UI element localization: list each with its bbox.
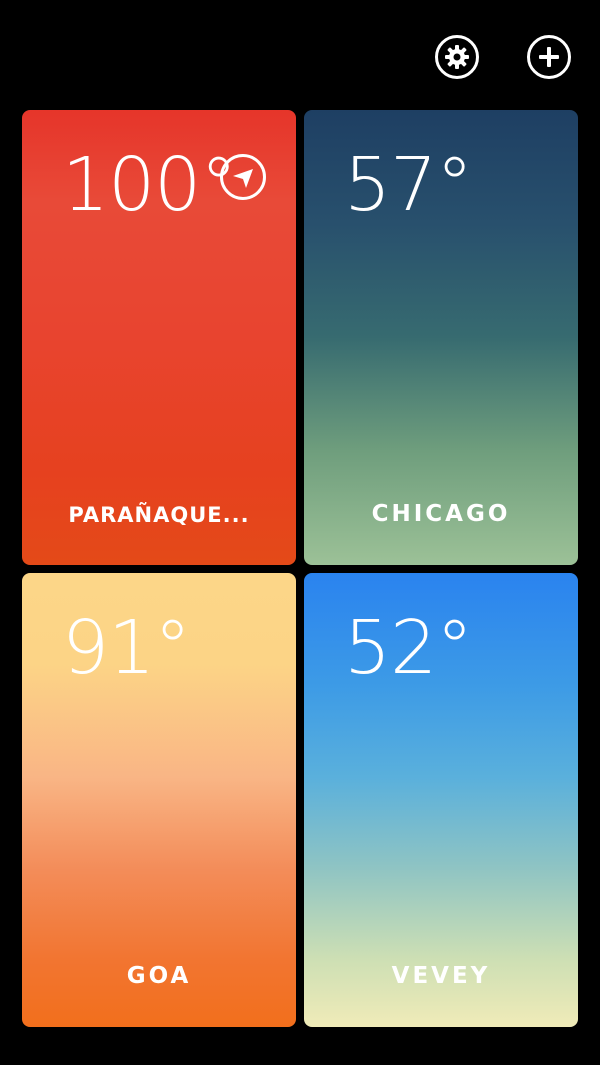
city-grid: 100° PARAÑAQUE... 57° CHICAGO 91° GOA 52…	[0, 0, 600, 1065]
temperature: 52°	[344, 605, 473, 691]
temperature: 100°	[62, 142, 237, 228]
city-card-paranaque[interactable]: 100° PARAÑAQUE...	[22, 110, 296, 565]
city-card-goa[interactable]: 91° GOA	[22, 573, 296, 1027]
city-name: GOA	[126, 963, 192, 989]
temperature: 57°	[344, 142, 473, 228]
city-name: VEVEY	[391, 963, 491, 989]
city-name: PARAÑAQUE...	[68, 503, 250, 527]
city-name: CHICAGO	[371, 501, 511, 527]
city-card-vevey[interactable]: 52° VEVEY	[304, 573, 578, 1027]
city-card-chicago[interactable]: 57° CHICAGO	[304, 110, 578, 565]
temperature: 91°	[62, 605, 191, 691]
current-location-icon	[220, 154, 266, 200]
